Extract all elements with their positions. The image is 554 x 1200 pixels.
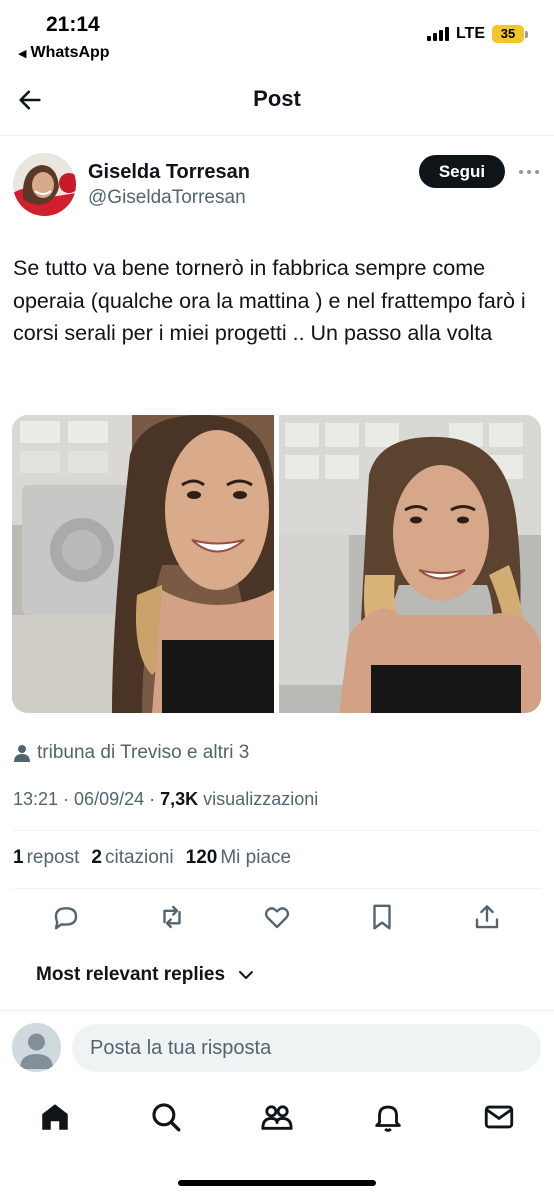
divider	[13, 888, 541, 889]
nav-header: Post	[0, 72, 554, 136]
notifications-icon[interactable]	[371, 1100, 405, 1134]
signal-icon	[426, 27, 449, 41]
status-bar: 21:14 ◀ WhatsApp LTE 35	[0, 0, 554, 72]
home-icon[interactable]	[38, 1100, 72, 1134]
repost-icon[interactable]	[157, 902, 187, 932]
views-label: visualizzazioni	[203, 789, 319, 809]
engagement-stats: 1 repost 2 citazioni 120 Mi piace	[13, 847, 291, 869]
user-avatar[interactable]	[12, 1023, 61, 1072]
author-name[interactable]: Giselda Torresan	[88, 161, 250, 184]
messages-icon[interactable]	[482, 1100, 516, 1134]
status-time: 21:14	[46, 13, 100, 36]
back-arrow-icon[interactable]	[16, 86, 44, 114]
person-icon	[14, 745, 30, 762]
reply-composer	[0, 1010, 554, 1086]
quotes-stat[interactable]: 2 citazioni	[91, 847, 173, 869]
follow-button[interactable]: Segui	[419, 155, 505, 188]
chevron-down-icon	[239, 971, 254, 979]
back-app-label: WhatsApp	[30, 44, 110, 61]
post-author: Giselda Torresan @GiseldaTorresan Segui	[13, 153, 541, 217]
tagged-label: tribuna di Treviso e altri 3	[37, 742, 250, 763]
tagged-people[interactable]: tribuna di Treviso e altri 3	[13, 742, 249, 764]
bookmark-icon[interactable]	[367, 902, 397, 932]
reply-input[interactable]	[72, 1024, 541, 1072]
views-count: 7,3K	[160, 789, 199, 809]
replies-sort-label: Most relevant replies	[36, 964, 226, 985]
author-handle[interactable]: @GiseldaTorresan	[88, 187, 246, 209]
post-text: Se tutto va bene tornerò in fabbrica sem…	[13, 256, 526, 345]
back-to-app-link[interactable]: ◀ WhatsApp	[18, 44, 110, 62]
divider	[13, 830, 541, 831]
post-time: 13:21	[13, 789, 59, 809]
page-title: Post	[253, 86, 301, 111]
reply-icon[interactable]	[51, 902, 81, 932]
back-triangle-icon: ◀	[18, 47, 27, 60]
battery-level: 35	[492, 25, 524, 43]
network-type: LTE	[455, 25, 485, 42]
replies-sort-dropdown[interactable]: Most relevant replies	[36, 964, 255, 986]
post-actions	[13, 902, 541, 936]
share-icon[interactable]	[472, 902, 502, 932]
post-meta: 13:21 · 06/09/24 · 7,3K visualizzazioni	[13, 789, 319, 809]
communities-icon[interactable]	[260, 1100, 294, 1134]
likes-stat[interactable]: 120 Mi piace	[186, 847, 291, 869]
home-indicator	[178, 1180, 376, 1186]
post-photo-2[interactable]	[279, 415, 541, 713]
more-options-icon[interactable]	[517, 163, 541, 181]
reposts-stat[interactable]: 1 repost	[13, 847, 79, 869]
status-indicators: LTE 35	[426, 25, 528, 43]
author-avatar[interactable]	[13, 153, 76, 216]
post-date: 06/09/24	[74, 789, 145, 809]
post-media	[12, 415, 541, 713]
post-photo-1[interactable]	[12, 415, 274, 713]
battery-icon: 35	[492, 25, 528, 43]
like-icon[interactable]	[262, 902, 292, 932]
search-icon[interactable]	[149, 1100, 183, 1134]
